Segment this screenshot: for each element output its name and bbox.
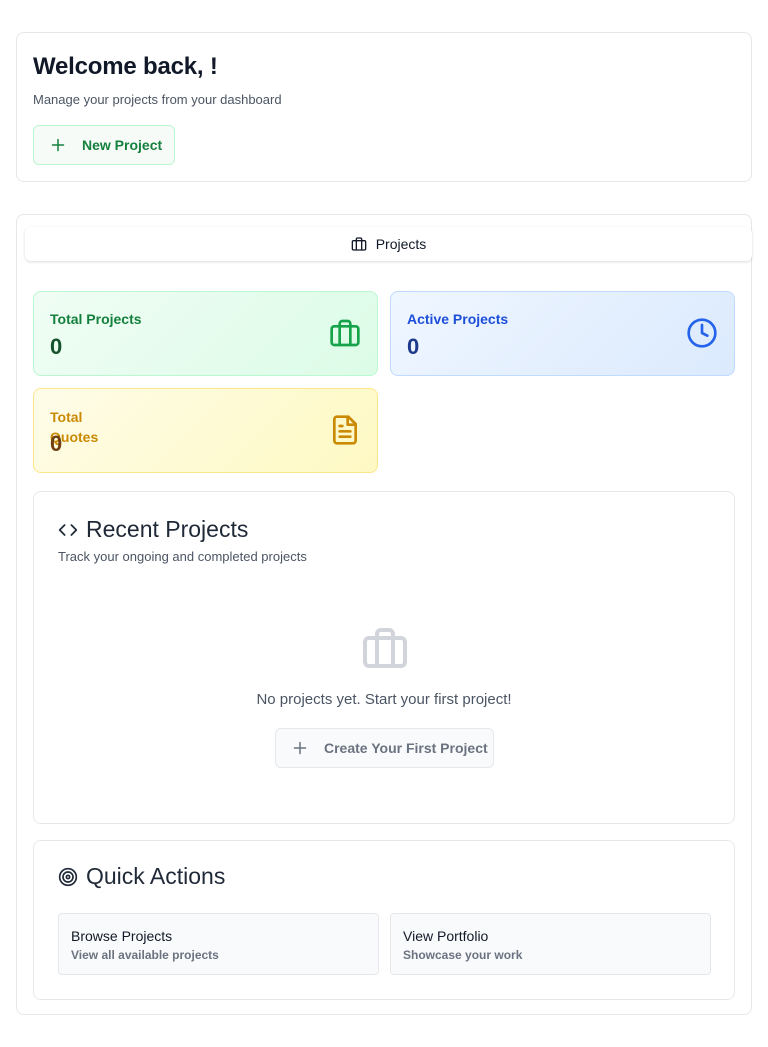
clock-icon <box>687 318 717 348</box>
create-first-project-label: Create Your First Project <box>324 740 488 756</box>
plus-icon <box>51 138 65 152</box>
briefcase-icon <box>351 237 367 251</box>
browse-projects-title: Browse Projects <box>71 928 173 944</box>
briefcase-icon <box>330 319 360 347</box>
total-projects-value: 0 <box>50 334 63 359</box>
active-projects-card: Active Projects 0 <box>390 291 735 376</box>
browse-projects-subtitle: View all available projects <box>71 948 219 962</box>
create-first-project-button[interactable]: Create Your First Project <box>275 728 494 768</box>
active-projects-label: Active Projects <box>407 311 509 327</box>
dashboard-panel: Projects Total Projects 0 Active Project… <box>16 214 752 1015</box>
browse-projects-button[interactable]: Browse Projects View all available proje… <box>58 913 379 975</box>
recent-projects-section: Recent Projects Track your ongoing and c… <box>33 491 735 824</box>
document-icon <box>333 415 357 445</box>
new-project-label: New Project <box>82 137 163 153</box>
briefcase-icon <box>363 628 407 668</box>
total-quotes-value: 0 <box>50 431 63 456</box>
welcome-title: Welcome back, ! <box>33 53 218 80</box>
tab-projects-label: Projects <box>375 236 427 252</box>
new-project-button[interactable]: New Project <box>33 125 175 165</box>
target-icon <box>58 867 78 886</box>
quick-actions-title: Quick Actions <box>86 863 226 889</box>
recent-projects-subtitle: Track your ongoing and completed project… <box>58 549 307 564</box>
view-portfolio-subtitle: Showcase your work <box>403 948 523 962</box>
total-projects-card: Total Projects 0 <box>33 291 378 376</box>
welcome-subtitle: Manage your projects from your dashboard <box>33 92 282 107</box>
view-portfolio-button[interactable]: View Portfolio Showcase your work <box>390 913 711 975</box>
active-projects-value: 0 <box>407 334 420 359</box>
tab-projects[interactable]: Projects <box>25 227 752 261</box>
empty-state-text: No projects yet. Start your first projec… <box>256 691 512 708</box>
quick-actions-section: Quick Actions Browse Projects View all a… <box>33 840 735 1000</box>
view-portfolio-title: View Portfolio <box>403 928 489 944</box>
total-quotes-card: Total Quotes 0 <box>33 388 378 473</box>
plus-icon <box>293 741 307 755</box>
recent-projects-title: Recent Projects <box>86 516 249 542</box>
welcome-card: Welcome back, ! Manage your projects fro… <box>16 32 752 182</box>
total-projects-label: Total Projects <box>50 311 142 327</box>
code-icon <box>58 523 78 536</box>
